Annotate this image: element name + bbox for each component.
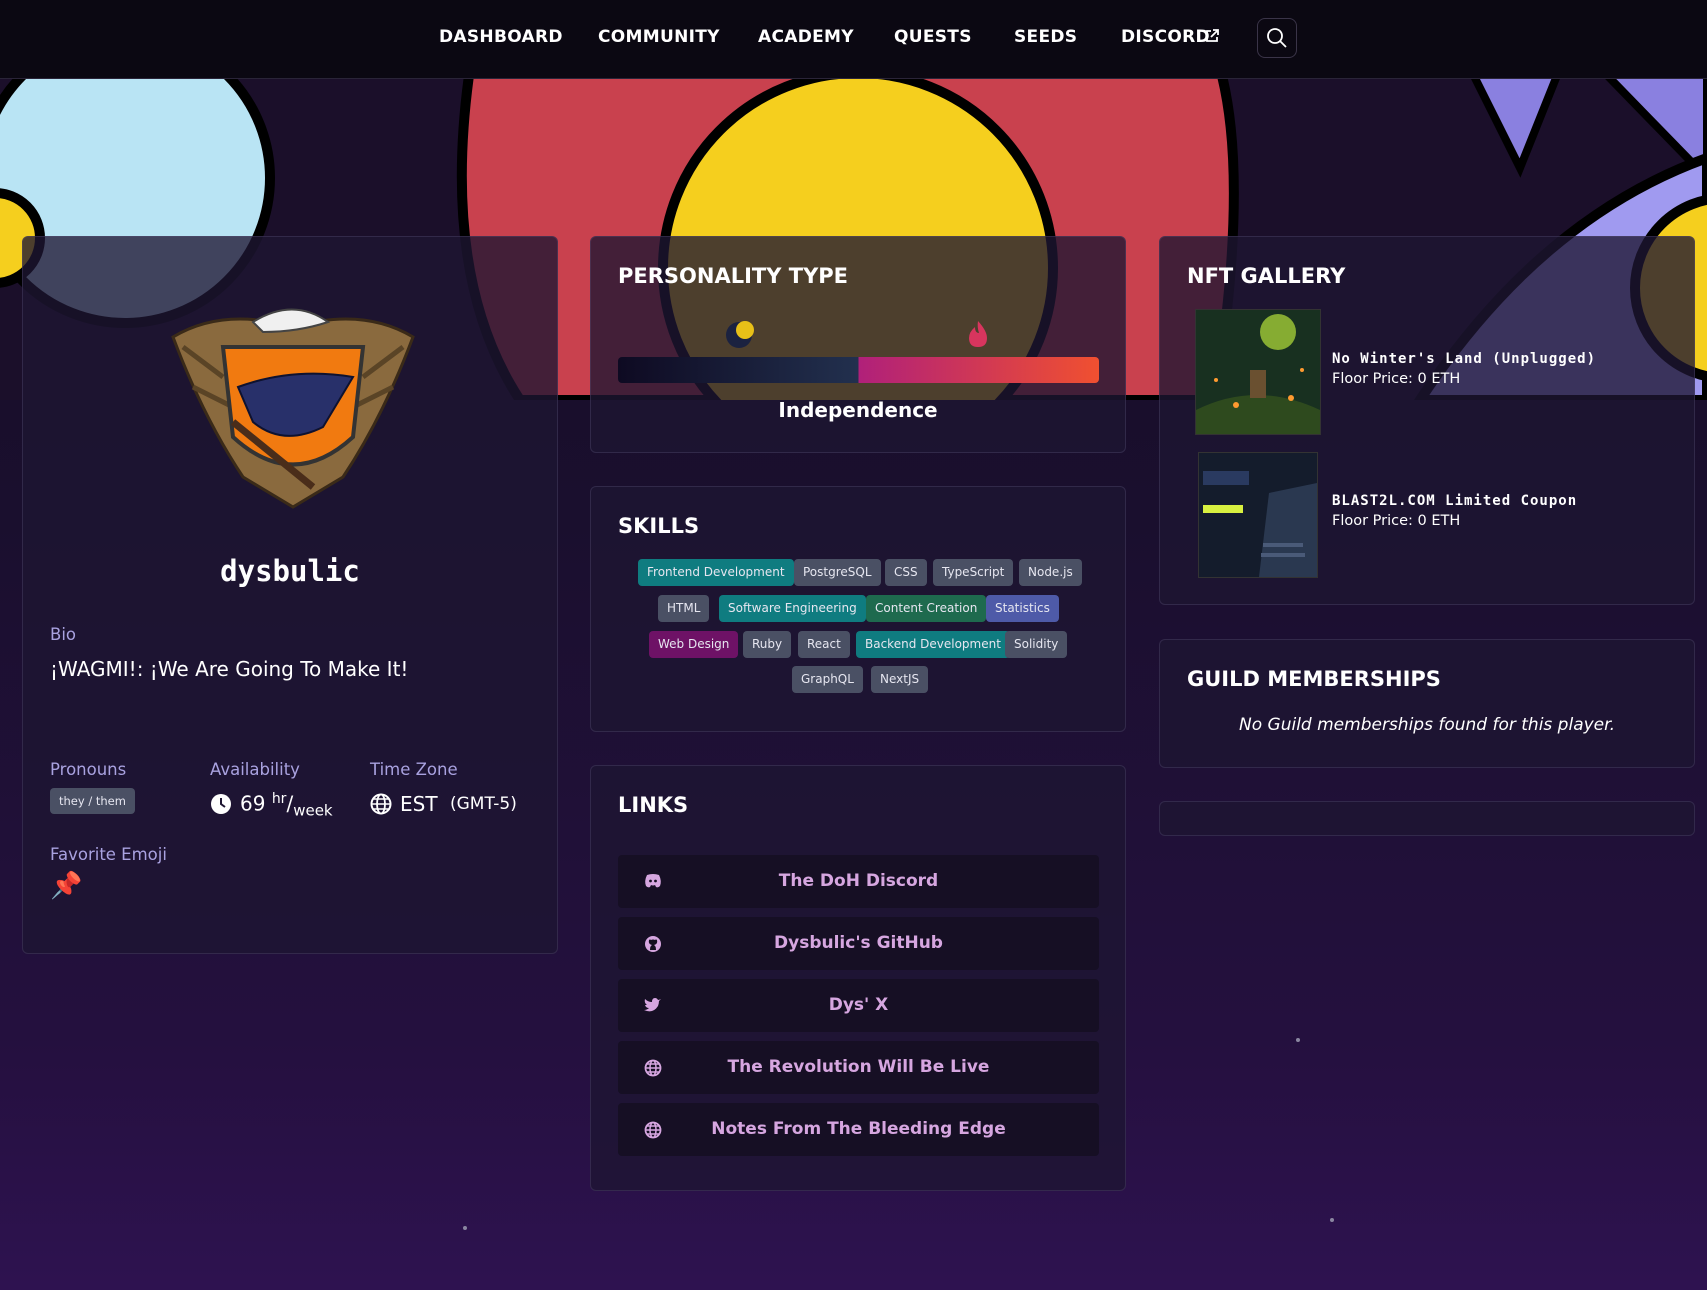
link-label: Dysbulic's GitHub: [774, 933, 943, 953]
links-card: LINKS The DoH Discord Dysbulic's GitHub …: [590, 765, 1126, 1191]
nft-gallery-title: NFT GALLERY: [1187, 264, 1346, 288]
personality-caption: Independence: [778, 398, 938, 422]
timezone-label: Time Zone: [370, 760, 458, 779]
nft-name[interactable]: No Winter's Land (Unplugged): [1332, 351, 1596, 367]
guild-card: GUILD MEMBERSHIPS No Guild memberships f…: [1159, 639, 1695, 768]
nav-dashboard[interactable]: DASHBOARD: [439, 27, 563, 47]
skills-title: SKILLS: [618, 514, 700, 538]
search-button[interactable]: [1257, 18, 1297, 58]
skill-tag: React: [798, 631, 850, 658]
clock-icon: [211, 794, 231, 814]
nft-image-coupon: [1199, 453, 1317, 577]
nft-thumbnail[interactable]: [1198, 452, 1318, 578]
skill-tag: TypeScript: [933, 559, 1014, 586]
personality-card: PERSONALITY TYPE Independence: [590, 236, 1126, 453]
skill-tag: Content Creation: [866, 595, 987, 622]
star-dot: [463, 1226, 467, 1230]
link-discord[interactable]: The DoH Discord: [618, 855, 1099, 908]
availability-unit-week: week: [293, 801, 333, 820]
favorite-emoji: 📌: [50, 871, 83, 901]
link-label: Dys' X: [828, 995, 889, 1015]
timezone-value: EST: [400, 792, 438, 816]
skill-tag: Solidity: [1005, 631, 1068, 658]
profile-card: dysbulic Bio ¡WAGMI!: ¡We Are Going To M…: [22, 236, 558, 954]
fire-icon: [969, 321, 987, 347]
bio-label: Bio: [50, 625, 76, 644]
empty-card: [1159, 801, 1695, 836]
link-label: Notes From The Bleeding Edge: [711, 1119, 1006, 1139]
link-label: The Revolution Will Be Live: [727, 1057, 990, 1077]
skill-tag: NextJS: [871, 666, 929, 693]
search-icon: [1267, 28, 1287, 48]
skill-tag: CSS: [885, 559, 927, 586]
link-bleeding-edge[interactable]: Notes From The Bleeding Edge: [618, 1103, 1099, 1156]
skill-tag: Statistics: [986, 595, 1059, 622]
nft-thumbnail[interactable]: [1195, 309, 1321, 435]
guild-title: GUILD MEMBERSHIPS: [1187, 667, 1441, 691]
availability-value: 69 hr/week: [240, 791, 333, 820]
skill-tag: Web Design: [649, 631, 739, 658]
nft-gallery-card: NFT GALLERY No Winter's Land (Unplugged)…: [1159, 236, 1695, 605]
star-dot: [1296, 1038, 1300, 1042]
link-twitter[interactable]: Dys' X: [618, 979, 1099, 1032]
avatar: [171, 308, 415, 509]
links-title: LINKS: [618, 793, 689, 817]
personality-bar: [618, 357, 1099, 383]
skill-tag: HTML: [658, 595, 710, 622]
guild-empty-message: No Guild memberships found for this play…: [1239, 715, 1615, 735]
availability-hours: 69: [240, 791, 266, 816]
skills-card: SKILLS Frontend Development PostgreSQL C…: [590, 486, 1126, 732]
nft-price: Floor Price: 0 ETH: [1332, 371, 1461, 387]
personality-title: PERSONALITY TYPE: [618, 264, 849, 288]
skill-tag: Software Engineering: [719, 595, 866, 622]
timezone-offset: (GMT-5): [450, 794, 517, 814]
nav-academy[interactable]: ACADEMY: [758, 27, 854, 47]
availability-label: Availability: [210, 760, 300, 779]
external-link-icon: [1206, 29, 1219, 42]
pronouns-badge: they / them: [50, 788, 135, 814]
skill-tag: PostgreSQL: [794, 559, 881, 586]
nft-name[interactable]: BLAST2L.COM Limited Coupon: [1332, 493, 1577, 509]
nav-quests[interactable]: QUESTS: [894, 27, 972, 47]
username: dysbulic: [220, 554, 360, 588]
link-label: The DoH Discord: [778, 871, 939, 891]
skill-tag: GraphQL: [792, 666, 863, 693]
globe-icon: [370, 793, 392, 815]
link-github[interactable]: Dysbulic's GitHub: [618, 917, 1099, 970]
skill-tag: Ruby: [743, 631, 792, 658]
nft-image-forest: [1196, 310, 1320, 434]
nav-community[interactable]: COMMUNITY: [598, 27, 720, 47]
skill-tag: Node.js: [1019, 559, 1082, 586]
pronouns-label: Pronouns: [50, 760, 127, 779]
top-nav: DASHBOARD COMMUNITY ACADEMY QUESTS SEEDS…: [0, 0, 1707, 79]
moon-icon: [726, 321, 754, 348]
favorite-emoji-label: Favorite Emoji: [50, 845, 167, 864]
nft-price: Floor Price: 0 ETH: [1332, 513, 1461, 529]
availability-unit-hr: hr: [271, 791, 287, 807]
link-revolution[interactable]: The Revolution Will Be Live: [618, 1041, 1099, 1094]
bio-text: ¡WAGMI!: ¡We Are Going To Make It!: [50, 657, 409, 681]
skill-tag: Frontend Development: [638, 559, 794, 586]
skill-tag: Backend Development: [856, 631, 1010, 658]
nav-seeds[interactable]: SEEDS: [1014, 27, 1077, 47]
star-dot: [1330, 1218, 1334, 1222]
nav-discord[interactable]: DISCORD: [1121, 27, 1210, 47]
